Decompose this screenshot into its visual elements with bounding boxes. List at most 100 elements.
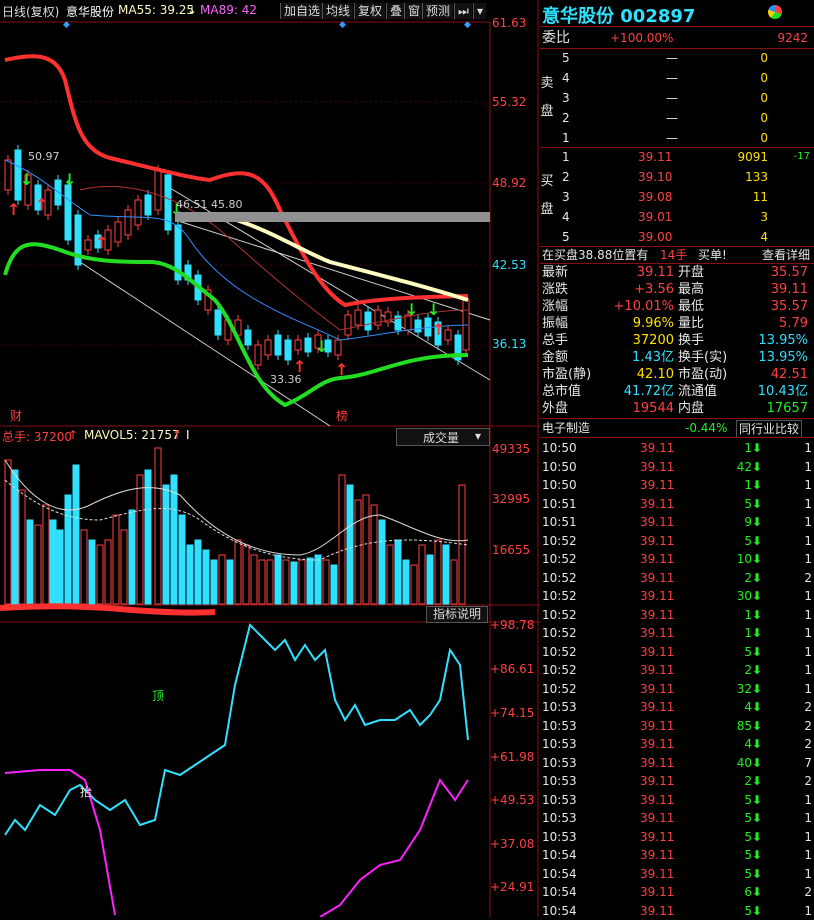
candle-body bbox=[84, 239, 92, 251]
candle-body bbox=[244, 329, 252, 346]
mavol-label: MAVOL5: 21757 bbox=[84, 428, 180, 442]
tick-count: 2 bbox=[804, 700, 812, 714]
stat-label: 振幅 bbox=[542, 316, 569, 331]
down-arrow-icon: ⬇ bbox=[752, 478, 763, 492]
volume-bar bbox=[354, 499, 362, 605]
sector-name[interactable]: 电子制造 bbox=[542, 419, 590, 437]
forecast-button[interactable]: 预测 bbox=[422, 3, 454, 19]
dropdown-arrow-icon[interactable]: ▾ bbox=[473, 3, 487, 19]
stat-value: 10.43亿 bbox=[757, 384, 808, 399]
tick-volume: 85 bbox=[736, 718, 752, 733]
tick-volume: 4 bbox=[744, 700, 752, 714]
restore-rights-button[interactable]: 复权 bbox=[354, 3, 386, 19]
stat-row: 总市值 41.72亿 流通值 10.43亿 bbox=[540, 383, 814, 400]
stat-label: 总市值 bbox=[542, 384, 582, 399]
price-axis-label: 55.32 bbox=[492, 95, 527, 109]
buy-arrow-icon: ↑ bbox=[35, 195, 48, 214]
compare-button[interactable]: 同行业比较 bbox=[736, 420, 803, 438]
ma-button[interactable]: 均线 bbox=[322, 3, 354, 19]
stat-value: 17657 bbox=[766, 401, 808, 416]
candle-body bbox=[114, 221, 122, 243]
add-favorite-button[interactable]: 加自选 bbox=[280, 3, 324, 19]
buy-level-row[interactable]: 2 39.10 133 bbox=[540, 168, 814, 186]
candle-body bbox=[274, 334, 282, 356]
tick-row: 10:53 39.11 5 ⬇ 1 bbox=[540, 791, 814, 809]
sell-level-row[interactable]: 3 — 0 bbox=[540, 89, 814, 107]
candle-body bbox=[134, 199, 142, 226]
tick-volume: 4 bbox=[744, 737, 752, 751]
ma55-label: MA55: 39.25 bbox=[118, 3, 195, 17]
indicator-axis-label: +49.53 bbox=[490, 793, 535, 807]
tick-time: 10:52 bbox=[542, 607, 577, 622]
tick-count: 2 bbox=[804, 737, 812, 751]
stat-value: 41.72亿 bbox=[623, 384, 674, 399]
sell-volume: 0 bbox=[760, 51, 768, 65]
tick-price: 39.11 bbox=[640, 570, 675, 585]
volume-dropdown-label: 成交量 bbox=[423, 431, 460, 445]
buy-volume: 11 bbox=[752, 190, 768, 204]
stat-label: 最高 bbox=[678, 282, 705, 297]
tick-count: 2 bbox=[804, 774, 812, 788]
tick-row: 10:53 39.11 4 ⬇ 2 bbox=[540, 735, 814, 753]
quote-panel: 意华股份 002897 委比 +100.00% 9242 卖盘 5—0 4—0 3—… bbox=[540, 0, 814, 918]
overlay-button[interactable]: 叠 bbox=[386, 3, 406, 19]
sell-arrow-icon: ↓ bbox=[427, 300, 440, 319]
stat-value: 39.11 bbox=[770, 282, 808, 297]
stat-label: 流通值 bbox=[678, 384, 718, 399]
stat-row: 最新 39.11 开盘 35.57 bbox=[540, 264, 814, 281]
tick-time: 10:52 bbox=[542, 681, 577, 696]
volume-bar bbox=[18, 489, 26, 605]
indicator-axis-label: +24.91 bbox=[490, 880, 535, 894]
price-axis-label: 61.63 bbox=[492, 16, 527, 30]
pie-chart-icon[interactable] bbox=[768, 5, 782, 19]
volume-bar bbox=[346, 484, 354, 605]
tick-volume: 32 bbox=[736, 681, 752, 696]
stat-value: 42.10 bbox=[636, 367, 674, 382]
sell-volume: 0 bbox=[760, 131, 768, 145]
period-label[interactable]: 日线(复权) bbox=[2, 3, 59, 20]
view-detail-link[interactable]: 查看详细 bbox=[762, 246, 810, 264]
down-arrow-icon: ⬇ bbox=[752, 811, 763, 825]
window-button[interactable]: 窗 bbox=[404, 3, 424, 19]
down-arrow-icon: ⬇ bbox=[752, 829, 763, 844]
stat-label: 市盈(动) bbox=[678, 367, 728, 382]
volume-bar bbox=[418, 544, 426, 605]
down-arrow-icon: ⬇ bbox=[752, 700, 763, 714]
sell-level-row[interactable]: 1 — 0 bbox=[540, 129, 814, 147]
level-number: 5 bbox=[562, 51, 570, 65]
buy-level-row[interactable]: 3 39.08 11 bbox=[540, 188, 814, 206]
kline-chart-area[interactable]: ↑ ↑↑↑ ↑↑↓ ↓↓↓↓ ↓ 财 榜 50.97 46.51 45.80 33.36… bbox=[0, 0, 540, 917]
sell-level-row[interactable]: 4 — 0 bbox=[540, 69, 814, 87]
volume-bar bbox=[104, 539, 112, 605]
down-arrow-icon: ⬇ bbox=[752, 848, 763, 862]
down-arrow-icon: ⬇ bbox=[752, 607, 763, 622]
sector-pct: -0.44% bbox=[685, 421, 728, 435]
tick-volume: 5 bbox=[744, 866, 752, 881]
skip-end-icon[interactable]: ⏭ bbox=[454, 3, 472, 19]
stat-label: 最低 bbox=[678, 299, 705, 314]
stat-row: 外盘 19544 内盘 17657 bbox=[540, 400, 814, 417]
tick-time: 10:52 bbox=[542, 589, 577, 603]
buy-level-row[interactable]: 4 39.01 3 bbox=[540, 208, 814, 226]
tick-volume: 1 bbox=[744, 607, 752, 622]
buy-arrow-icon: ↑ bbox=[95, 233, 108, 252]
sell-level-row[interactable]: 5 — 0 bbox=[540, 49, 814, 67]
stat-label: 内盘 bbox=[678, 401, 705, 416]
volume-bar bbox=[162, 484, 170, 605]
buy-level-row[interactable]: 1 39.11 9091 -17 bbox=[540, 148, 814, 166]
tick-price: 39.11 bbox=[640, 681, 675, 696]
sell-volume: 0 bbox=[760, 111, 768, 125]
sell-level-row[interactable]: 2 — 0 bbox=[540, 109, 814, 127]
stock-name: 意华股份 bbox=[66, 5, 115, 19]
candle-body bbox=[254, 344, 262, 366]
tick-row: 10:53 39.11 4 ⬇ 2 bbox=[540, 698, 814, 716]
tick-price: 39.11 bbox=[640, 792, 675, 807]
down-arrow-icon: ⬇ bbox=[752, 792, 763, 807]
sell-volume: 0 bbox=[760, 91, 768, 105]
volume-dropdown[interactable]: 成交量 ▾ bbox=[396, 428, 490, 446]
buy-price: 39.11 bbox=[638, 150, 673, 164]
volume-bar bbox=[370, 504, 378, 605]
buy-level-row[interactable]: 5 39.00 4 bbox=[540, 228, 814, 246]
stat-row: 市盈(静) 42.10 市盈(动) 42.51 bbox=[540, 366, 814, 383]
indicator-help-button[interactable]: 指标说明 bbox=[426, 606, 488, 623]
